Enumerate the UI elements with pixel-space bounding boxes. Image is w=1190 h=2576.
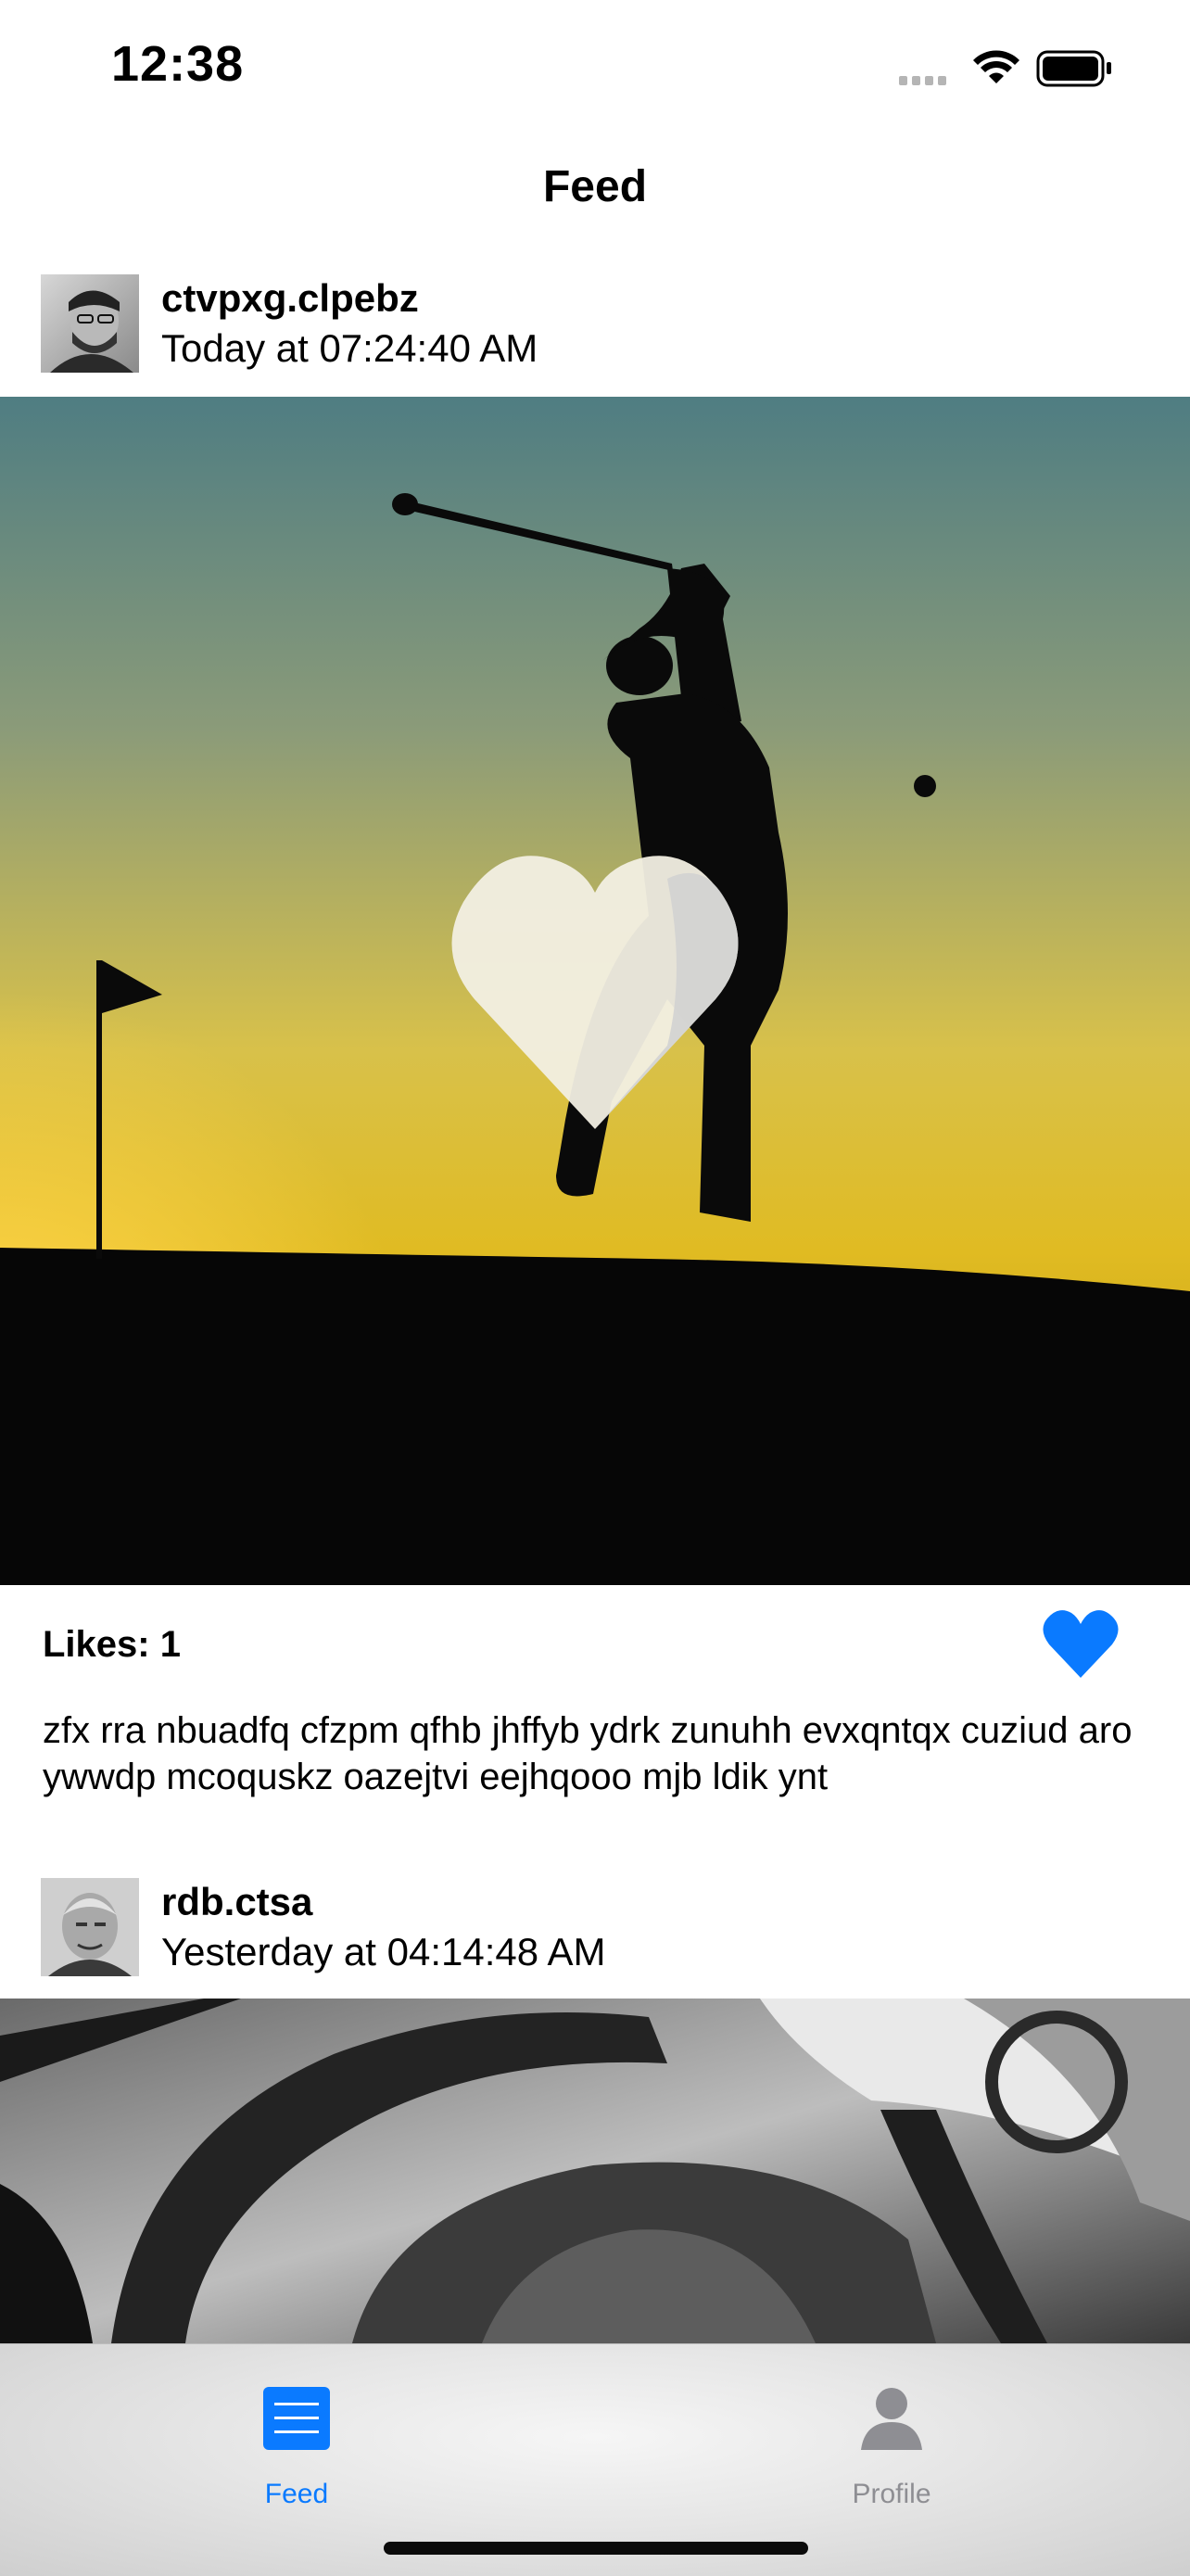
post-username[interactable]: rdb.ctsa — [161, 1880, 312, 1924]
post-timestamp: Yesterday at 04:14:48 AM — [161, 1930, 606, 1973]
golfer-silhouette-image — [0, 397, 1190, 1585]
battery-icon — [1036, 50, 1111, 87]
post-caption: zfx rra nbuadfq cfzpm qfhb jhffyb ydrk z… — [43, 1710, 1133, 1797]
avatar[interactable] — [41, 274, 139, 373]
status-time: 12:38 — [111, 36, 245, 92]
tab-label: Feed — [264, 2479, 329, 2509]
home-indicator — [384, 2542, 808, 2555]
post-username[interactable]: ctvpxg.clpebz — [161, 276, 419, 321]
person-icon — [861, 2388, 922, 2450]
post-image[interactable] — [0, 1999, 1190, 2343]
page-title: Feed — [542, 162, 648, 211]
cellular-signal-icon — [899, 76, 946, 85]
likes-count: Likes: 1 — [43, 1624, 181, 1665]
like-button[interactable] — [1042, 1607, 1120, 1680]
avatar-image — [41, 1878, 139, 1976]
avatar[interactable] — [41, 1878, 139, 1976]
tab-label: Profile — [852, 2479, 931, 2509]
tab-feed[interactable]: Feed — [185, 2363, 408, 2509]
post-timestamp: Today at 07:24:40 AM — [161, 326, 538, 370]
post-image[interactable] — [0, 397, 1190, 1585]
status-icons — [899, 46, 1121, 89]
steering-wheel-image — [0, 1999, 1190, 2343]
list-icon — [263, 2387, 330, 2450]
avatar-image — [41, 274, 139, 373]
wifi-icon — [973, 50, 1019, 83]
heart-filled-icon — [1043, 1610, 1119, 1678]
tab-profile[interactable]: Profile — [780, 2363, 1003, 2509]
